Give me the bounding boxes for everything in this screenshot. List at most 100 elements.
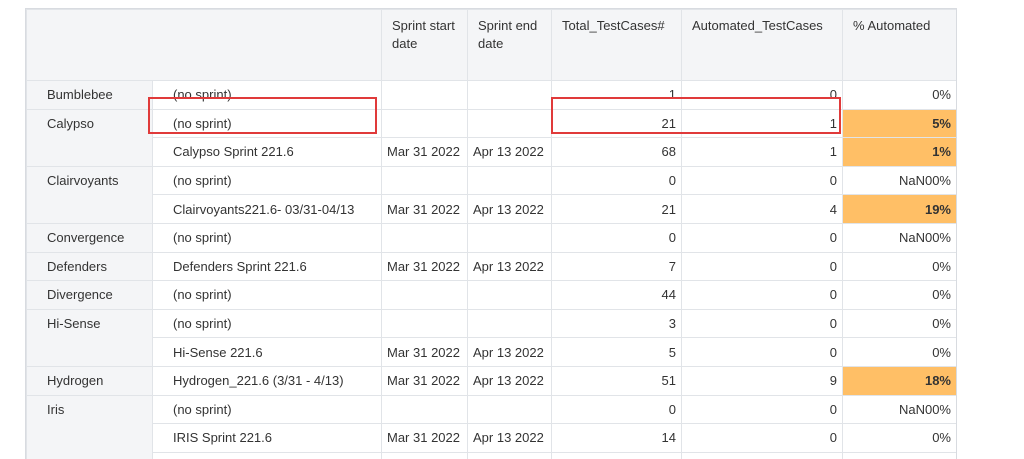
- percent-automated-cell: 19%: [843, 195, 957, 224]
- sprint-end-cell: Apr 13 2022: [468, 138, 552, 167]
- total-testcases-cell: 51: [552, 366, 682, 395]
- header-percent-automated[interactable]: % Automated: [843, 10, 957, 81]
- sprint-name-cell: Hi-Sense 221.6: [153, 338, 382, 367]
- percent-automated-cell: 0%: [843, 309, 957, 338]
- table-row: Hi-Sense(no sprint)300%: [27, 309, 957, 338]
- sprint-start-cell: [382, 109, 468, 138]
- header-corner: [27, 10, 382, 81]
- total-testcases-cell: 7: [552, 252, 682, 281]
- sprint-end-cell: [468, 166, 552, 195]
- percent-automated-cell: NaN00%: [843, 223, 957, 252]
- sprint-start-cell: [382, 395, 468, 424]
- automated-testcases-cell: 0: [682, 252, 843, 281]
- sprint-end-cell: [468, 81, 552, 110]
- report-table: Sprint start date Sprint end date Total_…: [26, 9, 957, 459]
- sprint-name-cell: Calypso Sprint 221.6: [153, 138, 382, 167]
- automated-testcases-cell: 0: [682, 395, 843, 424]
- percent-automated-cell: 0%: [843, 424, 957, 453]
- total-testcases-cell: 44: [552, 281, 682, 310]
- percent-automated-cell: 0%: [843, 338, 957, 367]
- total-testcases-cell: 14: [552, 424, 682, 453]
- sprint-end-cell: [468, 109, 552, 138]
- team-name-cell: Defenders: [27, 252, 153, 281]
- automated-testcases-cell: 0: [682, 223, 843, 252]
- percent-automated-cell: 0%: [843, 252, 957, 281]
- sprint-start-cell: [382, 166, 468, 195]
- sprint-start-cell: [382, 281, 468, 310]
- team-name-cell: Divergence: [27, 281, 153, 310]
- percent-automated-cell: 0%: [843, 81, 957, 110]
- header-automated-testcases[interactable]: Automated_TestCases: [682, 10, 843, 81]
- automated-testcases-cell: 0: [682, 281, 843, 310]
- sprint-start-cell: [382, 309, 468, 338]
- table-row: DefendersDefenders Sprint 221.6Mar 31 20…: [27, 252, 957, 281]
- sprint-name-cell: Clairvoyants221.6- 03/31-04/13: [153, 195, 382, 224]
- header-sprint-start[interactable]: Sprint start date: [382, 10, 468, 81]
- sprint-end-cell: Apr 13 2022: [468, 195, 552, 224]
- sprint-name-cell: (no sprint): [153, 281, 382, 310]
- table-row: Iris(no sprint)00NaN00%: [27, 395, 957, 424]
- automated-testcases-cell: 0: [682, 81, 843, 110]
- header-sprint-end[interactable]: Sprint end date: [468, 10, 552, 81]
- table-row: Convergence(no sprint)00NaN00%: [27, 223, 957, 252]
- team-name-cell: Calypso: [27, 109, 153, 166]
- table-row: IRIS Sprint 221.6Mar 31 2022Apr 13 20221…: [27, 424, 957, 453]
- percent-automated-cell: 5%: [843, 109, 957, 138]
- table-row: Clairvoyants221.6- 03/31-04/13Mar 31 202…: [27, 195, 957, 224]
- team-name-cell: Convergence: [27, 223, 153, 252]
- percent-automated-cell: 1%: [843, 138, 957, 167]
- sprint-name-cell: (no sprint): [153, 309, 382, 338]
- sprint-end-cell: [468, 395, 552, 424]
- table-row: HydrogenHydrogen_221.6 (3/31 - 4/13)Mar …: [27, 366, 957, 395]
- team-name-cell: Hydrogen: [27, 366, 153, 395]
- report-table-container: Sprint start date Sprint end date Total_…: [25, 8, 957, 459]
- sprint-name-cell: (no sprint): [153, 395, 382, 424]
- table-row: Hi-Sense 221.6Mar 31 2022Apr 13 2022500%: [27, 338, 957, 367]
- automated-testcases-cell: 1: [682, 109, 843, 138]
- sprint-start-cell: Mar 31 2022: [382, 338, 468, 367]
- sprint-end-cell: [468, 281, 552, 310]
- sprint-name-cell: (no sprint): [153, 166, 382, 195]
- team-name-cell: Clairvoyants: [27, 166, 153, 223]
- sprint-start-cell: [382, 223, 468, 252]
- total-testcases-cell: 21: [552, 195, 682, 224]
- team-name-cell: Bumblebee: [27, 81, 153, 110]
- automated-testcases-cell: 0: [682, 338, 843, 367]
- percent-automated-cell: NaN00%: [843, 166, 957, 195]
- table-row: Divergence(no sprint) 4400%: [27, 281, 957, 310]
- sprint-start-cell: Mar 31 2022: [382, 195, 468, 224]
- sprint-name-cell: (no sprint): [153, 223, 382, 252]
- table-row: Calypso Sprint 221.6Mar 31 2022Apr 13 20…: [27, 138, 957, 167]
- total-testcases-cell: 5: [552, 338, 682, 367]
- percent-automated-cell: NaN00%: [843, 395, 957, 424]
- sprint-name-cell: (no sprint): [153, 109, 382, 138]
- total-testcases-cell: 0: [552, 395, 682, 424]
- percent-automated-cell: 0%: [843, 281, 957, 310]
- table-body: Bumblebee(no sprint)100%Calypso(no sprin…: [27, 81, 957, 459]
- sprint-end-cell: [468, 223, 552, 252]
- table-row: Bumblebee(no sprint)100%: [27, 81, 957, 110]
- header-total-testcases[interactable]: Total_TestCases#: [552, 10, 682, 81]
- automated-testcases-cell: 0: [682, 309, 843, 338]
- total-testcases-cell: 0: [552, 223, 682, 252]
- sprint-end-cell: Apr 13 2022: [468, 252, 552, 281]
- total-testcases-cell: 3: [552, 309, 682, 338]
- sprint-end-cell: Apr 13 2022: [468, 338, 552, 367]
- sprint-name-cell: Defenders Sprint 221.6: [153, 252, 382, 281]
- automated-testcases-cell: 0: [682, 424, 843, 453]
- sprint-start-cell: Mar 31 2022: [382, 424, 468, 453]
- table-row: Clairvoyants(no sprint)00NaN00%: [27, 166, 957, 195]
- sprint-start-cell: [382, 81, 468, 110]
- sprint-start-cell: Mar 31 2022: [382, 366, 468, 395]
- total-testcases-cell: 21: [552, 109, 682, 138]
- sprint-end-cell: Apr 13 2022: [468, 424, 552, 453]
- sprint-start-cell: Mar 31 2022: [382, 252, 468, 281]
- sprint-end-cell: Apr 13 2022: [468, 366, 552, 395]
- automated-testcases-cell: 0: [682, 166, 843, 195]
- total-testcases-cell: 0: [552, 166, 682, 195]
- team-name-cell: Hi-Sense: [27, 309, 153, 366]
- automated-testcases-cell: 4: [682, 195, 843, 224]
- automated-testcases-cell: 1: [682, 138, 843, 167]
- total-testcases-cell: 1: [552, 81, 682, 110]
- sprint-name-cell: IRIS Sprint 221.6: [153, 424, 382, 453]
